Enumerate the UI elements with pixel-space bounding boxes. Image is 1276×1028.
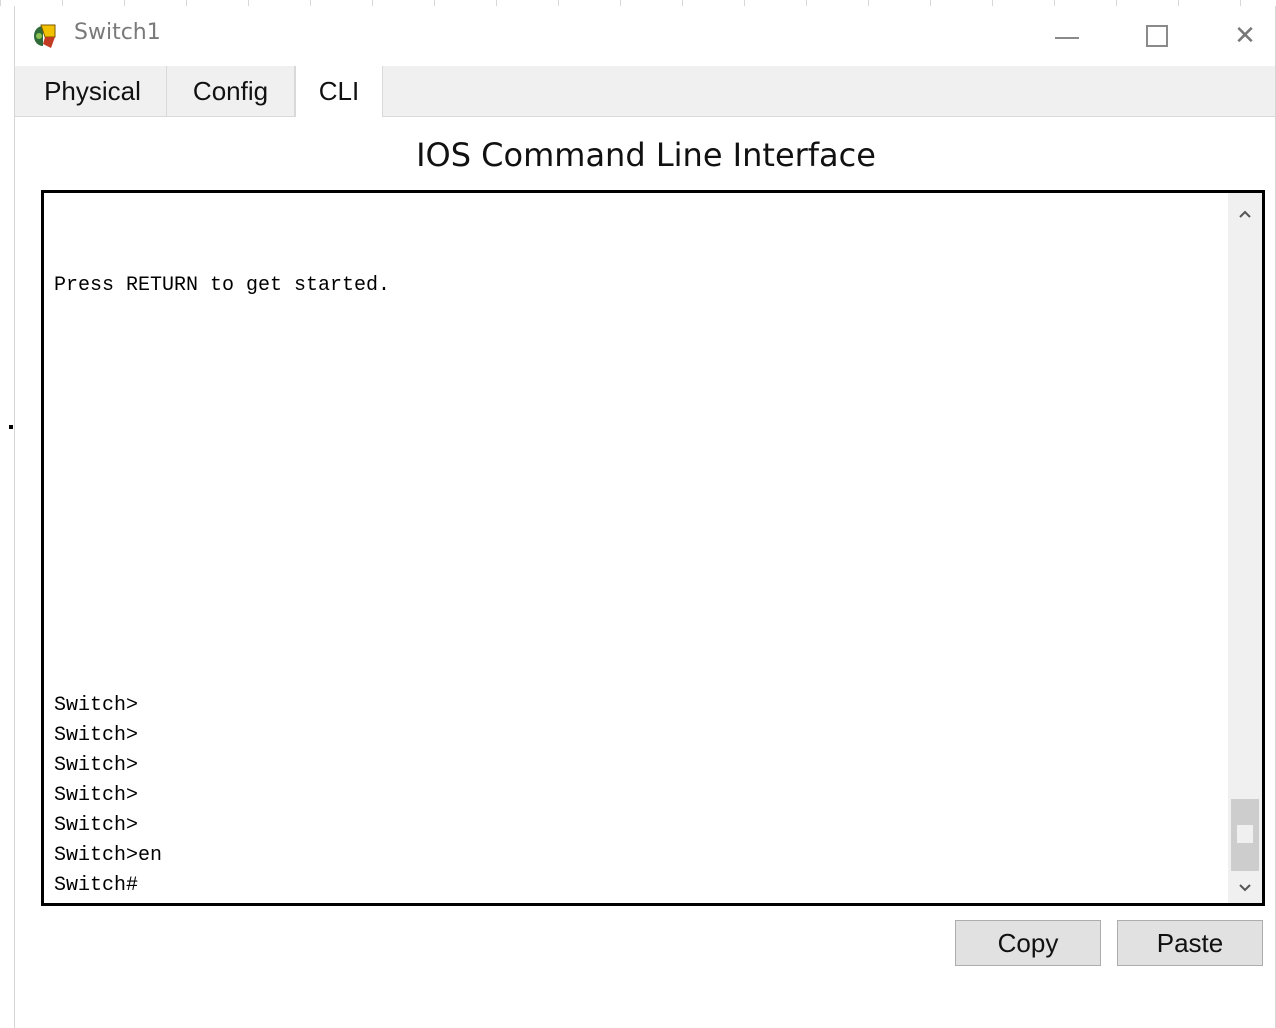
switch-window: Switch1 ✕ Physical Config CLI IOS Comman… (14, 6, 1276, 1028)
background-marker (9, 425, 13, 429)
terminal-line: Switch> (54, 784, 139, 807)
tab-physical[interactable]: Physical (19, 66, 167, 116)
close-button[interactable]: ✕ (1199, 6, 1276, 66)
copy-button[interactable]: Copy (955, 920, 1101, 966)
terminal-prompt-line: Switch# (54, 874, 139, 897)
terminal-output[interactable]: Press RETURN to get started. Switch> Swi… (54, 193, 1224, 903)
vertical-scrollbar[interactable] (1228, 193, 1262, 903)
maximize-icon (1146, 25, 1168, 47)
scrollbar-thumb[interactable] (1231, 799, 1259, 871)
terminal-line: Switch> (54, 754, 139, 777)
chevron-up-icon (1239, 210, 1251, 218)
terminal-line: Switch> (54, 814, 139, 837)
tab-bar: Physical Config CLI (15, 66, 1275, 117)
terminal-line: Switch>en (54, 844, 163, 867)
page-title: IOS Command Line Interface (416, 136, 876, 174)
title-bar[interactable]: Switch1 ✕ (15, 6, 1275, 66)
scrollbar-grip (1237, 825, 1253, 843)
minimize-button[interactable] (1021, 6, 1113, 66)
window-title: Switch1 (74, 20, 161, 45)
chevron-down-icon (1239, 884, 1251, 892)
packet-tracer-switch-icon (34, 24, 56, 48)
minimize-icon (1055, 37, 1079, 39)
terminal-line: Switch> (54, 724, 139, 747)
tab-config[interactable]: Config (167, 66, 295, 116)
terminal-line: Press RETURN to get started. (54, 274, 391, 297)
scroll-up-button[interactable] (1228, 199, 1262, 229)
scroll-down-button[interactable] (1228, 873, 1262, 903)
maximize-button[interactable] (1111, 6, 1203, 66)
cli-terminal[interactable]: Press RETURN to get started. Switch> Swi… (41, 190, 1265, 906)
tab-cli[interactable]: CLI (295, 66, 383, 117)
terminal-line: Switch> (54, 694, 139, 717)
paste-button[interactable]: Paste (1117, 920, 1263, 966)
close-icon: ✕ (1234, 21, 1256, 51)
